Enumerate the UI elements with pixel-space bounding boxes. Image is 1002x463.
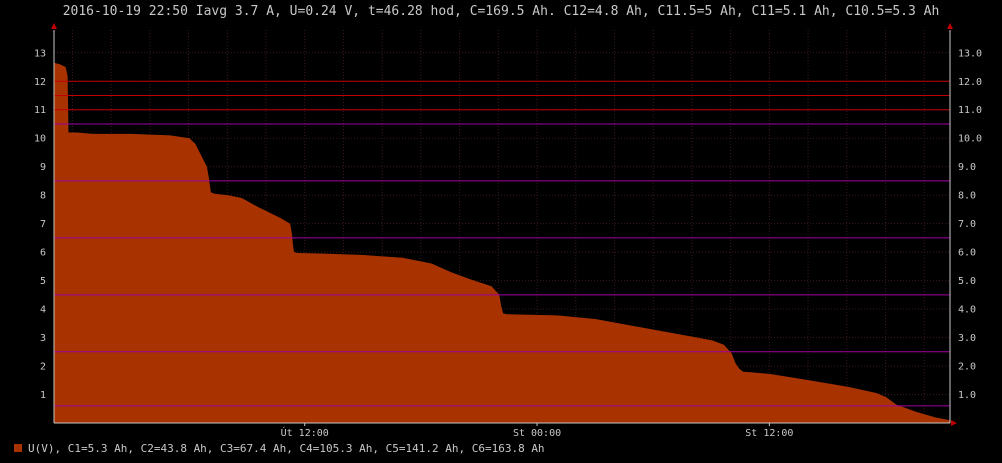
y-tick-label-right: 10.0 bbox=[958, 134, 982, 145]
y-tick-label-right: 6.0 bbox=[958, 248, 976, 259]
x-tick-label: St 00:00 bbox=[513, 428, 561, 439]
y-tick-label-left: 3 bbox=[40, 333, 46, 344]
y-tick-label-left: 1 bbox=[40, 390, 46, 401]
y-tick-label-right: 7.0 bbox=[958, 219, 976, 230]
x-tick-label: Út 12:00 bbox=[281, 426, 329, 439]
y-tick-label-right: 5.0 bbox=[958, 276, 976, 287]
y-tick-label-right: 9.0 bbox=[958, 162, 976, 173]
y-axis-arrow-right bbox=[947, 23, 953, 29]
y-tick-label-left: 8 bbox=[40, 191, 46, 202]
y-tick-label-left: 13 bbox=[34, 48, 46, 59]
legend-swatch bbox=[14, 444, 22, 452]
y-tick-label-left: 11 bbox=[34, 105, 46, 116]
y-tick-label-left: 9 bbox=[40, 162, 46, 173]
y-tick-label-left: 6 bbox=[40, 248, 46, 259]
y-tick-label-right: 13.0 bbox=[958, 48, 982, 59]
y-tick-label-left: 7 bbox=[40, 219, 46, 230]
y-tick-label-right: 3.0 bbox=[958, 333, 976, 344]
series-area-uv bbox=[54, 62, 950, 424]
y-tick-label-left: 4 bbox=[40, 305, 46, 316]
y-tick-label-right: 2.0 bbox=[958, 362, 976, 373]
legend-text: U(V), C1=5.3 Ah, C2=43.8 Ah, C3=67.4 Ah,… bbox=[28, 442, 545, 455]
x-tick-label: St 12:00 bbox=[745, 428, 793, 439]
y-tick-label-right: 4.0 bbox=[958, 305, 976, 316]
y-tick-label-left: 2 bbox=[40, 362, 46, 373]
y-tick-label-right: 8.0 bbox=[958, 191, 976, 202]
y-tick-label-right: 1.0 bbox=[958, 390, 976, 401]
y-tick-label-left: 12 bbox=[34, 77, 46, 88]
y-axis-arrow-left bbox=[51, 23, 57, 29]
y-tick-label-right: 12.0 bbox=[958, 77, 982, 88]
y-tick-label-right: 11.0 bbox=[958, 105, 982, 116]
legend: U(V), C1=5.3 Ah, C2=43.8 Ah, C3=67.4 Ah,… bbox=[14, 442, 545, 455]
y-tick-label-left: 5 bbox=[40, 276, 46, 287]
plot-area: 123456789101112131.02.03.04.05.06.07.08.… bbox=[34, 23, 982, 439]
y-tick-label-left: 10 bbox=[34, 134, 46, 145]
area-layer bbox=[54, 62, 950, 424]
x-axis-arrow bbox=[951, 420, 957, 426]
